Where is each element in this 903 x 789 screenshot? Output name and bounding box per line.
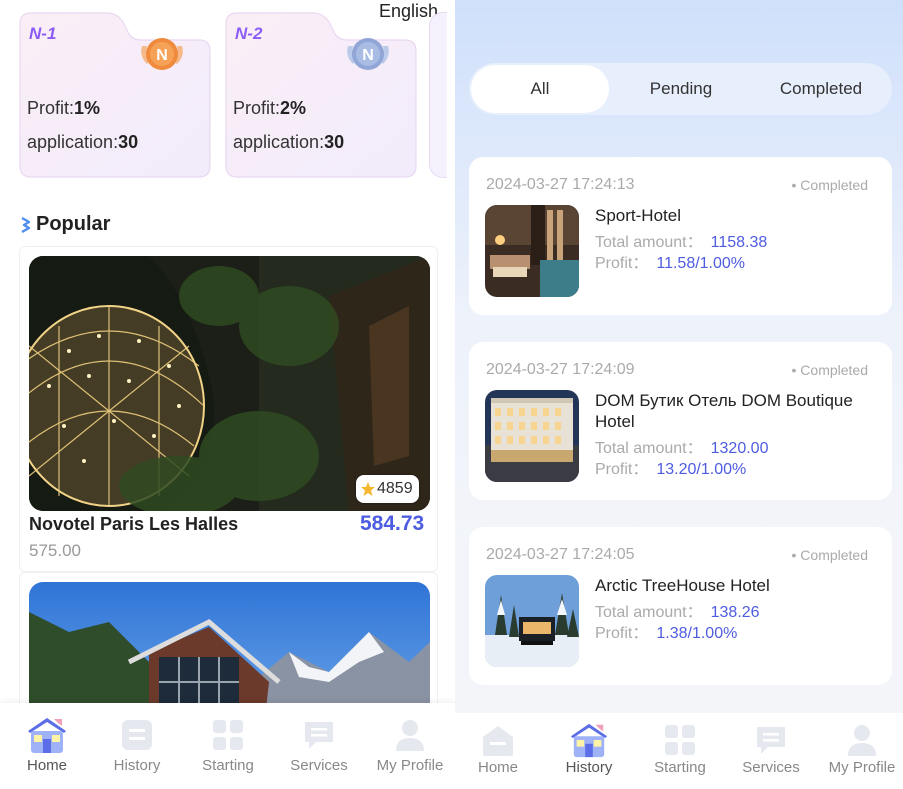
tab-starting[interactable]: Starting [635, 713, 725, 789]
order-profit: Profit： 11.58/1.00% [595, 255, 746, 272]
svg-text:N: N [156, 47, 168, 64]
history-screen: All Pending Completed 2024-03-27 17:24:1… [455, 0, 903, 789]
order-thumbnail [485, 575, 579, 667]
level-badge-icon: N [141, 38, 183, 70]
level-name: N-1 [29, 24, 57, 43]
order-date: 2024-03-27 17:24:13 [486, 176, 635, 193]
order-date: 2024-03-27 17:24:09 [486, 361, 635, 378]
history-icon [566, 721, 612, 759]
order-status: • Completed [791, 362, 869, 378]
home-icon [24, 713, 70, 757]
app-root: English N-1 N Profit:1% application:30 N… [0, 0, 903, 789]
level-application: application:30 [27, 132, 139, 152]
hotel-price: 584.73 [360, 512, 425, 535]
rating-badge: 4859 [356, 475, 419, 503]
order-hotel-name: Arctic TreeHouse Hotel [595, 576, 770, 595]
section-marker-icon [21, 216, 31, 233]
hotel-name: Novotel Paris Les Halles [29, 514, 239, 534]
order-hotel-name: Sport-Hotel [595, 206, 681, 225]
order-card[interactable]: 2024-03-27 17:24:13 • Completed Sport-Ho… [469, 157, 892, 315]
order-status: • Completed [791, 177, 869, 193]
order-filter-tabs: All Pending Completed [469, 63, 892, 115]
hotel-image [29, 256, 430, 511]
tab-services[interactable]: Services [726, 713, 816, 789]
level-card-partial[interactable] [429, 12, 447, 178]
filter-all[interactable]: All [471, 65, 609, 113]
order-profit: Profit： 1.38/1.00% [595, 625, 738, 642]
filter-completed[interactable]: Completed [752, 65, 890, 113]
tab-my-profile[interactable]: My Profile [365, 703, 455, 789]
tab-my-profile[interactable]: My Profile [817, 713, 903, 789]
level-badge-icon: N [347, 38, 389, 70]
popular-section-title: Popular [21, 213, 110, 236]
person-icon [387, 713, 433, 757]
order-date: 2024-03-27 17:24:05 [486, 546, 635, 563]
grid-icon [205, 713, 251, 757]
order-status: • Completed [791, 547, 869, 563]
order-card[interactable]: 2024-03-27 17:24:05 • Completed Arctic T… [469, 527, 892, 685]
hotel-original-price: 575.00 [29, 541, 81, 560]
level-name: N-2 [235, 24, 263, 43]
tab-home[interactable]: Home [453, 713, 543, 789]
level-profit: Profit:2% [233, 98, 307, 118]
order-thumbnail [485, 390, 579, 482]
order-profit: Profit： 13.20/1.00% [595, 461, 747, 478]
level-application: application:30 [233, 132, 345, 152]
star-icon [361, 482, 375, 496]
order-card[interactable]: 2024-03-27 17:24:09 • Completed DOM Бути [469, 342, 892, 500]
level-card-n2[interactable]: N-2 N Profit:2% application:30 [225, 12, 417, 178]
bottom-tab-bar: Home History Starting Services My Profil… [0, 703, 455, 789]
home-screen: English N-1 N Profit:1% application:30 N… [0, 0, 447, 789]
order-hotel-name: DOM Бутик Отель DOM Boutique Hotel [595, 391, 853, 431]
tab-services[interactable]: Services [274, 703, 364, 789]
svg-text:N: N [362, 47, 374, 64]
history-icon [114, 713, 160, 757]
chat-icon [748, 721, 794, 759]
bottom-tab-bar: Home History Starting Services My Profil… [455, 713, 903, 789]
tab-home[interactable]: Home [2, 703, 92, 789]
level-profit: Profit:1% [27, 98, 101, 118]
tab-starting[interactable]: Starting [183, 703, 273, 789]
filter-pending[interactable]: Pending [612, 65, 750, 113]
home-icon [475, 721, 521, 759]
chat-icon [296, 713, 342, 757]
person-icon [839, 721, 885, 759]
tab-history[interactable]: History [92, 703, 182, 789]
order-thumbnail [485, 205, 579, 297]
tab-history[interactable]: History [544, 713, 634, 789]
grid-icon [657, 721, 703, 759]
level-card-n1[interactable]: N-1 N Profit:1% application:30 [19, 12, 211, 178]
